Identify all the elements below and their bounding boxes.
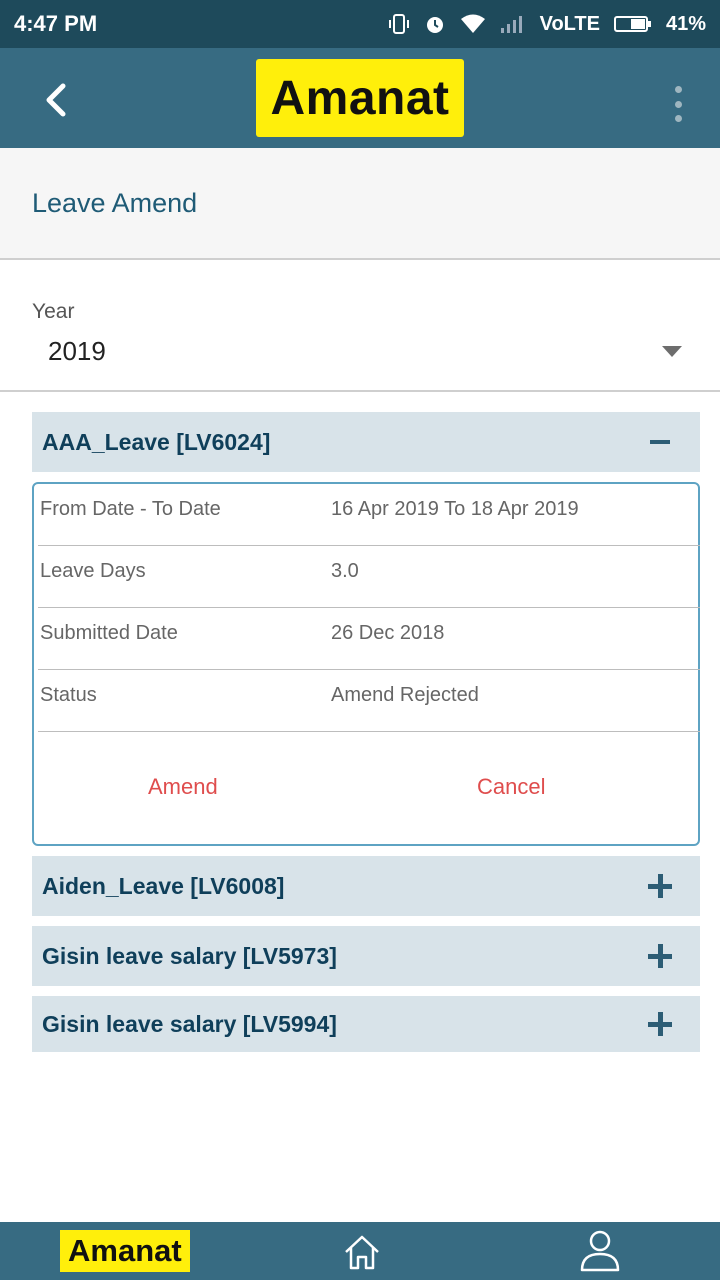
home-icon[interactable] [342, 1232, 382, 1272]
signal-icon [500, 14, 526, 34]
app-logo: Amanat [256, 59, 464, 137]
detail-row: Leave Days 3.0 [38, 546, 700, 608]
leave-detail-card: From Date - To Date 16 Apr 2019 To 18 Ap… [32, 482, 700, 846]
dropdown-arrow-icon[interactable] [662, 346, 682, 357]
leave-accordion-header[interactable]: Gisin leave salary [LV5994] [32, 996, 700, 1052]
expand-icon[interactable] [648, 874, 672, 898]
detail-value: 3.0 [331, 560, 359, 582]
app-bar: Amanat [0, 48, 720, 148]
leave-accordion-header[interactable]: Gisin leave salary [LV5973] [32, 926, 700, 986]
detail-row: Status Amend Rejected [38, 670, 700, 732]
expand-icon[interactable] [648, 1012, 672, 1036]
detail-value: 26 Dec 2018 [331, 622, 445, 644]
battery-percent: 41% [665, 12, 706, 35]
detail-label: Leave Days [40, 560, 146, 582]
year-selector[interactable]: Year 2019 [0, 260, 720, 392]
detail-label: Status [40, 684, 97, 706]
battery-icon [613, 14, 652, 34]
year-label: Year [32, 300, 75, 323]
profile-icon[interactable] [578, 1228, 622, 1272]
network-type: VoLTE [539, 12, 600, 35]
vibrate-icon [388, 13, 410, 35]
leave-title: Gisin leave salary [LV5973] [42, 942, 337, 969]
detail-row: From Date - To Date 16 Apr 2019 To 18 Ap… [38, 484, 700, 546]
amend-button[interactable]: Amend [148, 774, 218, 800]
leave-accordion-header[interactable]: Aiden_Leave [LV6008] [32, 856, 700, 916]
leave-title: AAA_Leave [LV6024] [42, 428, 271, 455]
cancel-button[interactable]: Cancel [477, 774, 545, 800]
leave-accordion-header[interactable]: AAA_Leave [LV6024] [32, 412, 700, 472]
back-arrow-icon [46, 83, 66, 117]
bottom-nav-logo[interactable]: Amanat [60, 1230, 190, 1272]
leave-title: Gisin leave salary [LV5994] [42, 1010, 337, 1037]
back-button[interactable] [36, 80, 76, 120]
detail-value: Amend Rejected [331, 684, 479, 706]
expand-icon[interactable] [648, 944, 672, 968]
more-vert-icon[interactable] [670, 84, 686, 124]
bottom-nav: Amanat [0, 1222, 720, 1280]
detail-label: Submitted Date [40, 622, 178, 644]
status-icons: VoLTE 41% [388, 13, 706, 36]
leave-title: Aiden_Leave [LV6008] [42, 872, 285, 899]
page-title-bar: Leave Amend [0, 148, 720, 260]
page-title: Leave Amend [32, 187, 198, 218]
year-value[interactable]: 2019 [48, 336, 106, 367]
collapse-icon[interactable] [648, 430, 672, 454]
alarm-icon [424, 13, 446, 35]
wifi-icon [460, 13, 486, 35]
status-bar: 4:47 PM VoLTE 41% [0, 0, 720, 48]
status-time: 4:47 PM [14, 11, 98, 36]
detail-label: From Date - To Date [40, 498, 221, 520]
detail-value: 16 Apr 2019 To 18 Apr 2019 [331, 498, 579, 520]
detail-row: Submitted Date 26 Dec 2018 [38, 608, 700, 670]
